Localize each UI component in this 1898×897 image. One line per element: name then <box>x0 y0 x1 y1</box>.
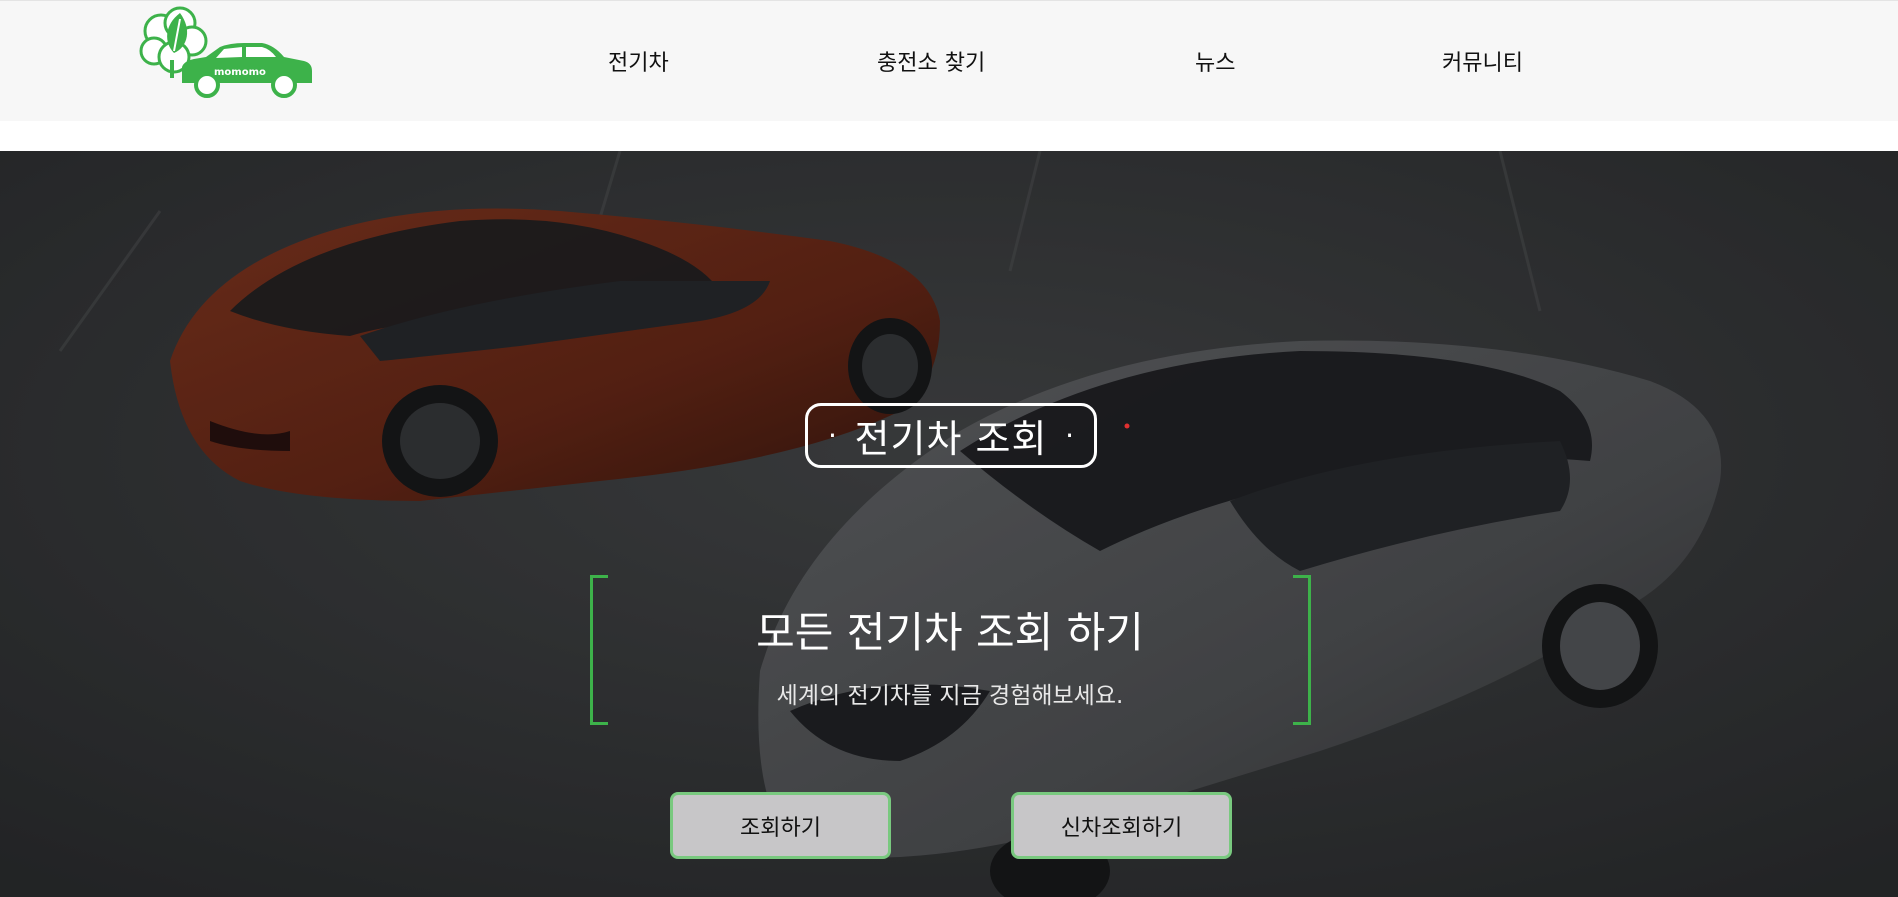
ev-lookup-badge: · 전기차 조회 · <box>805 403 1097 468</box>
badge-dot-right: · <box>1065 419 1074 452</box>
badge-title: 전기차 조회 <box>854 417 1048 461</box>
header-spacer <box>0 121 1898 151</box>
hero-headline: 모든 전기차 조회 하기 <box>756 608 1144 657</box>
hero-subtext: 세계의 전기차를 지금 경험해보세요. <box>776 683 1124 709</box>
hero-background-image <box>0 151 1898 897</box>
new-car-lookup-button[interactable]: 신차조회하기 <box>1011 792 1232 859</box>
site-header: momomo 전기차 충전소 찾기 뉴스 커뮤니티 <box>0 0 1898 121</box>
badge-dot-left: · <box>828 419 837 452</box>
logo-text: momomo <box>214 67 266 78</box>
site-logo[interactable]: momomo <box>134 5 318 107</box>
nav-item-ev[interactable]: 전기차 <box>608 45 669 77</box>
nav-item-charging-station[interactable]: 충전소 찾기 <box>877 45 985 77</box>
nav-item-news[interactable]: 뉴스 <box>1195 45 1235 77</box>
lookup-button[interactable]: 조회하기 <box>670 792 891 859</box>
hero-section: · 전기차 조회 · 모든 전기차 조회 하기 세계의 전기차를 지금 경험해보… <box>0 151 1898 897</box>
nav-item-community[interactable]: 커뮤니티 <box>1442 45 1523 77</box>
